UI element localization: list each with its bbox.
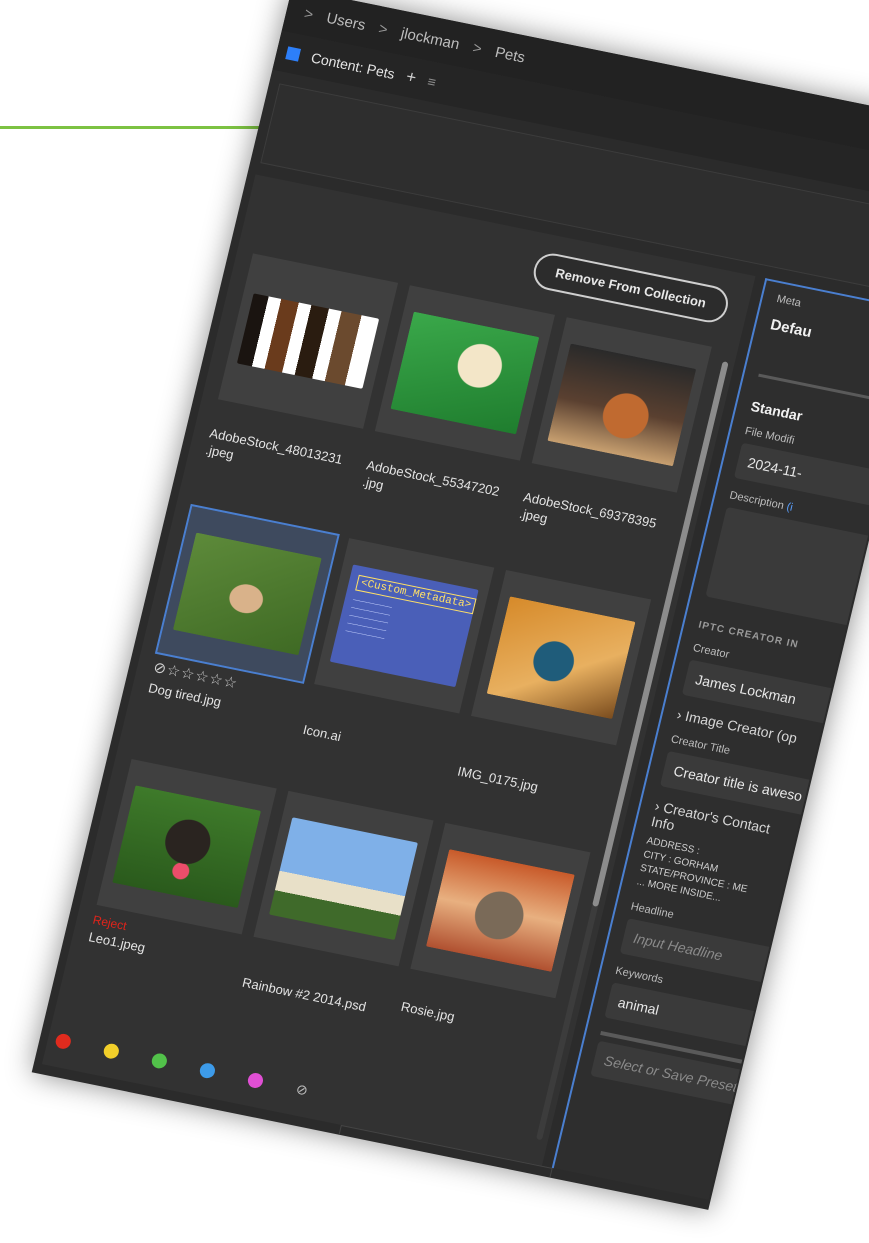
thumbnail-label: AdobeStock_55347202 .jpg xyxy=(361,457,502,499)
chevron-right-icon: > xyxy=(376,19,390,39)
tab-color-icon xyxy=(285,45,302,62)
thumbnail-frame[interactable] xyxy=(374,285,555,461)
rating-filter: ⊘ ★ ★ ★ xyxy=(326,1124,553,1210)
breadcrumb-jlockman[interactable]: jlockman xyxy=(399,24,461,52)
accent-line xyxy=(0,126,270,129)
thumbnail-frame[interactable] xyxy=(253,790,434,967)
chevron-right-icon: > xyxy=(471,39,484,58)
breadcrumb-pets[interactable]: Pets xyxy=(493,44,526,67)
red-label-dot[interactable] xyxy=(54,1032,73,1051)
plus-icon[interactable]: + xyxy=(404,67,418,88)
label-color-filters: ⊘ xyxy=(54,1032,310,1100)
green-label-dot[interactable] xyxy=(150,1052,169,1070)
chevron-right-icon: > xyxy=(302,4,316,23)
thumbnail-image xyxy=(390,311,540,435)
description-field[interactable] xyxy=(705,506,869,637)
blue-label-dot[interactable] xyxy=(198,1061,217,1080)
remove-from-collection-button[interactable]: Remove From Collection xyxy=(529,250,732,326)
located-path: Located in /Users/jlockman/De... xyxy=(41,1085,215,1134)
thumbnail-image: <Custom_Metadata> ——————————— ——————————… xyxy=(329,564,479,688)
headline-placeholder: Input Headline xyxy=(631,929,725,964)
no-rating-icon[interactable]: ⊘ xyxy=(346,1148,364,1170)
tab-content-pets[interactable]: Content: Pets xyxy=(310,49,397,81)
thumbnail-label: Rosie.jpg xyxy=(399,998,457,1025)
thumbnail-frame[interactable] xyxy=(471,570,652,746)
rating-stars[interactable]: ★ ★ ★ xyxy=(381,1155,437,1185)
thumbnail-label: IMG_0175.jpg xyxy=(456,763,540,795)
no-label-icon[interactable]: ⊘ xyxy=(294,1081,309,1100)
thumbnail-image xyxy=(236,293,380,389)
thumbnail-frame-selected[interactable] xyxy=(154,503,340,684)
thumbnail-label: AdobeStock_48013231 .jpeg xyxy=(204,425,345,468)
menu-icon[interactable]: ≡ xyxy=(426,73,438,90)
zoom-out-icon[interactable]: − xyxy=(260,1125,273,1144)
thumbnail-image xyxy=(269,817,418,941)
thumbnail-image xyxy=(547,343,697,467)
zoom-in-icon[interactable]: + xyxy=(420,1157,433,1176)
thumbnail-frame[interactable] xyxy=(410,822,591,999)
thumbnail-frame[interactable] xyxy=(96,759,277,935)
thumbnail-image xyxy=(172,532,322,656)
description-info-link[interactable]: (i xyxy=(785,501,794,514)
bridge-window: > Users > jlockman > Pets Content: Pets … xyxy=(31,0,869,1210)
zoom-slider-knob[interactable] xyxy=(274,1128,295,1148)
thumbnail-frame[interactable] xyxy=(531,317,712,493)
thumbnail-label: Icon.ai xyxy=(301,721,343,745)
thumbnail-frame[interactable] xyxy=(217,253,399,429)
metadata-preset[interactable]: Defau xyxy=(769,316,869,361)
thumbnail-label: Rainbow #2 2014.psd xyxy=(240,974,368,1015)
thumbnail-image xyxy=(425,849,575,972)
thumbnail-image xyxy=(486,596,636,720)
thumbnail-label: AdobeStock_69378395 .jpeg xyxy=(517,489,658,531)
thumbnail-frame[interactable]: <Custom_Metadata> ——————————— ——————————… xyxy=(314,538,495,714)
breadcrumb-users[interactable]: Users xyxy=(325,9,367,33)
thumbnail-image xyxy=(112,785,262,909)
yellow-label-dot[interactable] xyxy=(102,1042,121,1060)
purple-label-dot[interactable] xyxy=(246,1071,265,1090)
